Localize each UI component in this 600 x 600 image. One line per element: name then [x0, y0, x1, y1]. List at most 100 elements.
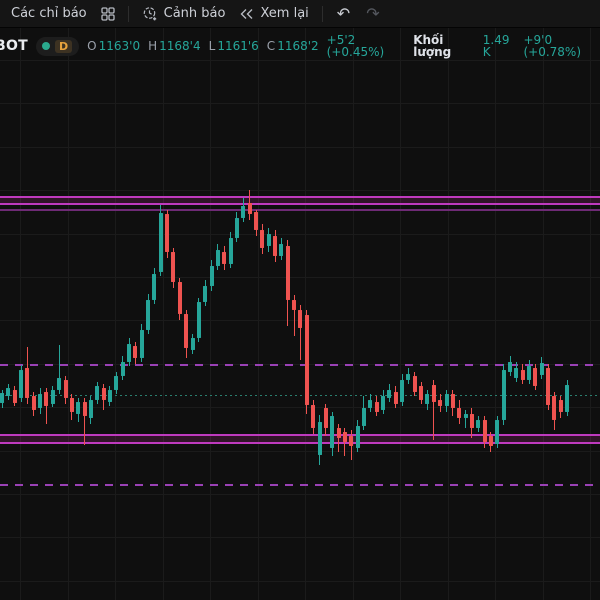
candle [387, 390, 392, 398]
candle [146, 300, 151, 330]
candle [177, 282, 182, 314]
candle [508, 362, 512, 372]
low-value: 1161'6 [217, 39, 259, 53]
candle [425, 394, 430, 404]
candle [438, 400, 443, 406]
grid-four-squares-icon [100, 6, 115, 21]
candle [190, 338, 195, 350]
close-value: 1168'2 [277, 39, 319, 53]
candle [0, 393, 4, 403]
volume-label: Khối lượng [413, 33, 452, 59]
candle [165, 214, 170, 252]
indicator-templates-button[interactable] [94, 4, 122, 24]
candle [469, 414, 474, 428]
close-label: C [266, 39, 276, 53]
candle [501, 370, 506, 420]
candle [495, 420, 500, 444]
candle [330, 416, 335, 448]
redo-button[interactable]: ↷ [358, 4, 387, 24]
open-value: 1163'0 [98, 39, 141, 53]
high-label: H [148, 39, 158, 53]
candle [254, 212, 258, 230]
candle [114, 376, 119, 390]
candle [209, 266, 214, 286]
candle [457, 408, 462, 418]
candle [565, 385, 570, 412]
candle [311, 405, 316, 428]
candle [304, 315, 309, 405]
candle [374, 402, 379, 412]
candle [482, 420, 487, 442]
symbol-status-pill[interactable]: D [36, 36, 80, 56]
candle [120, 362, 125, 376]
candle [82, 402, 87, 416]
replay-button-label: Xem lại [260, 6, 309, 21]
alerts-button-label: Cảnh báo [163, 6, 226, 21]
candle [228, 238, 233, 264]
replay-button[interactable]: Xem lại [232, 3, 315, 24]
candle [184, 314, 189, 348]
candle [266, 234, 271, 246]
low-label: L [208, 39, 216, 53]
candle [107, 390, 112, 402]
candle [6, 388, 11, 396]
alerts-button[interactable]: Cảnh báo [135, 3, 233, 25]
candle [127, 344, 131, 362]
high-value: 1168'4 [159, 39, 201, 53]
chart-pane[interactable]: BOT D O 1163'0 H 1168'4 L 1161'6 C 1168'… [0, 28, 600, 600]
candle [241, 206, 246, 218]
candle [38, 394, 43, 408]
indicators-button[interactable]: Các chỉ báo [4, 3, 94, 24]
candle [203, 286, 208, 302]
candle [431, 385, 436, 402]
rewind-double-chevron-icon [239, 7, 254, 21]
candle [539, 363, 544, 375]
candle [215, 250, 220, 266]
candle [361, 408, 366, 426]
volume-change: +9'0 (+0.78%) [523, 33, 582, 59]
toolbar-separator [127, 5, 129, 22]
candle [412, 376, 417, 392]
candle [222, 252, 227, 264]
candle [450, 394, 455, 408]
toolbar-separator [321, 5, 323, 22]
candle [298, 310, 303, 328]
market-status-dot-icon [42, 42, 51, 50]
candle [31, 396, 36, 410]
timeframe-badge[interactable]: D [55, 39, 73, 53]
ohlc-low: L 1161'6 [209, 40, 259, 52]
candle [406, 374, 411, 380]
candles-layer [0, 28, 600, 600]
alarm-clock-plus-icon [142, 6, 158, 22]
candle [152, 274, 157, 300]
candle [323, 408, 328, 428]
candle [50, 390, 55, 404]
candle [514, 368, 519, 378]
candle [488, 436, 493, 446]
candle [76, 402, 81, 414]
candle [95, 386, 100, 400]
candle [317, 422, 322, 455]
candle [285, 246, 290, 300]
candle [368, 400, 373, 408]
volume-value: 1.49 K [482, 33, 510, 59]
candle [546, 368, 551, 405]
undo-button[interactable]: ↶ [329, 4, 358, 24]
candle [88, 400, 93, 418]
candle [355, 426, 360, 448]
top-toolbar: Các chỉ báo Cảnh báo Xem lại ↶ ↷ [0, 0, 600, 28]
candle [292, 300, 297, 310]
ohlc-high: H 1168'4 [148, 40, 201, 52]
candle [19, 370, 24, 398]
candle [349, 436, 354, 446]
open-label: O [87, 39, 97, 53]
undo-icon: ↶ [336, 3, 351, 23]
candle [69, 398, 74, 412]
candle [196, 302, 201, 338]
candle [63, 380, 68, 398]
candle [133, 346, 138, 358]
candle [558, 400, 563, 412]
candle [234, 218, 239, 238]
candle [444, 394, 449, 406]
symbol-name[interactable]: BOT [0, 39, 28, 53]
